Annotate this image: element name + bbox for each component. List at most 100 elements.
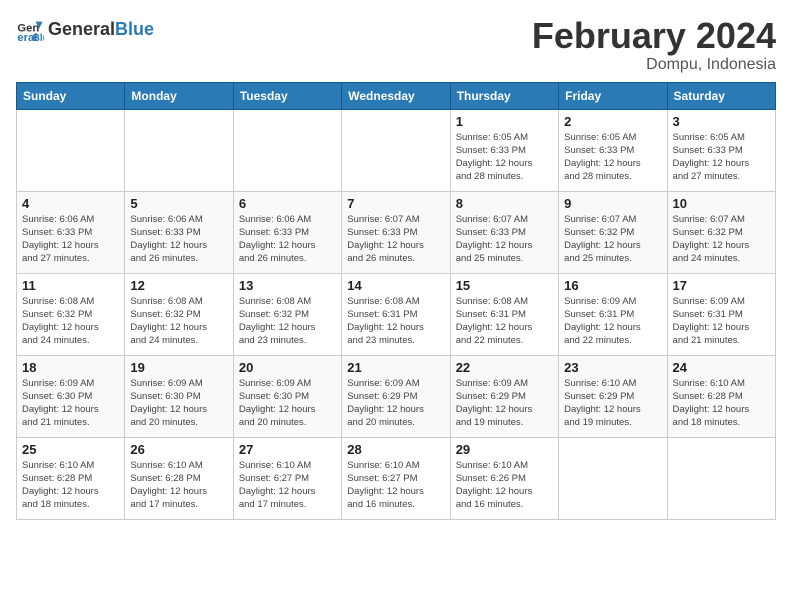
calendar-cell (233, 109, 341, 191)
day-number: 5 (130, 196, 227, 211)
day-number: 16 (564, 278, 661, 293)
calendar-cell: 2 Sunrise: 6:05 AM Sunset: 6:33 PM Daylig… (559, 109, 667, 191)
calendar-cell: 28 Sunrise: 6:10 AM Sunset: 6:27 PM Dayli… (342, 437, 450, 519)
day-number: 23 (564, 360, 661, 375)
day-number: 18 (22, 360, 119, 375)
day-number: 12 (130, 278, 227, 293)
day-info: Sunrise: 6:08 AM Sunset: 6:31 PM Dayligh… (456, 295, 553, 348)
calendar-week-3: 11 Sunrise: 6:08 AM Sunset: 6:32 PM Dayli… (17, 273, 776, 355)
calendar-cell: 14 Sunrise: 6:08 AM Sunset: 6:31 PM Dayli… (342, 273, 450, 355)
weekday-header-sunday: Sunday (17, 82, 125, 109)
day-info: Sunrise: 6:10 AM Sunset: 6:29 PM Dayligh… (564, 377, 661, 430)
calendar-cell (125, 109, 233, 191)
day-number: 15 (456, 278, 553, 293)
day-info: Sunrise: 6:06 AM Sunset: 6:33 PM Dayligh… (239, 213, 336, 266)
day-number: 10 (673, 196, 770, 211)
svg-text:Blue: Blue (33, 33, 44, 44)
day-number: 2 (564, 114, 661, 129)
day-number: 9 (564, 196, 661, 211)
weekday-header-tuesday: Tuesday (233, 82, 341, 109)
calendar-cell: 15 Sunrise: 6:08 AM Sunset: 6:31 PM Dayli… (450, 273, 558, 355)
logo-icon: Gen eral Blue (16, 16, 44, 44)
calendar-cell: 21 Sunrise: 6:09 AM Sunset: 6:29 PM Dayli… (342, 355, 450, 437)
day-info: Sunrise: 6:05 AM Sunset: 6:33 PM Dayligh… (456, 131, 553, 184)
day-info: Sunrise: 6:09 AM Sunset: 6:31 PM Dayligh… (673, 295, 770, 348)
day-info: Sunrise: 6:10 AM Sunset: 6:28 PM Dayligh… (22, 459, 119, 512)
calendar-cell (667, 437, 775, 519)
day-info: Sunrise: 6:09 AM Sunset: 6:31 PM Dayligh… (564, 295, 661, 348)
page-title: February 2024 (532, 16, 776, 56)
day-number: 27 (239, 442, 336, 457)
header: Gen eral Blue GeneralBlue February 2024 … (16, 16, 776, 74)
calendar-cell: 6Sunrise: 6:06 AM Sunset: 6:33 PM Daylig… (233, 191, 341, 273)
day-number: 4 (22, 196, 119, 211)
day-info: Sunrise: 6:10 AM Sunset: 6:26 PM Dayligh… (456, 459, 553, 512)
day-number: 3 (673, 114, 770, 129)
day-number: 13 (239, 278, 336, 293)
day-number: 1 (456, 114, 553, 129)
day-number: 14 (347, 278, 444, 293)
day-info: Sunrise: 6:10 AM Sunset: 6:27 PM Dayligh… (239, 459, 336, 512)
calendar-cell: 26 Sunrise: 6:10 AM Sunset: 6:28 PM Dayli… (125, 437, 233, 519)
day-info: Sunrise: 6:09 AM Sunset: 6:30 PM Dayligh… (239, 377, 336, 430)
day-info: Sunrise: 6:07 AM Sunset: 6:32 PM Dayligh… (673, 213, 770, 266)
day-number: 11 (22, 278, 119, 293)
calendar-cell: 29 Sunrise: 6:10 AM Sunset: 6:26 PM Dayli… (450, 437, 558, 519)
calendar-cell: 10 Sunrise: 6:07 AM Sunset: 6:32 PM Dayli… (667, 191, 775, 273)
day-info: Sunrise: 6:10 AM Sunset: 6:27 PM Dayligh… (347, 459, 444, 512)
calendar-cell: 24 Sunrise: 6:10 AM Sunset: 6:28 PM Dayli… (667, 355, 775, 437)
day-info: Sunrise: 6:05 AM Sunset: 6:33 PM Dayligh… (564, 131, 661, 184)
logo: Gen eral Blue GeneralBlue (16, 16, 154, 44)
day-number: 29 (456, 442, 553, 457)
calendar-cell: 17 Sunrise: 6:09 AM Sunset: 6:31 PM Dayli… (667, 273, 775, 355)
day-info: Sunrise: 6:09 AM Sunset: 6:29 PM Dayligh… (456, 377, 553, 430)
calendar-cell (559, 437, 667, 519)
day-number: 26 (130, 442, 227, 457)
day-number: 19 (130, 360, 227, 375)
calendar-cell: 13Sunrise: 6:08 AM Sunset: 6:32 PM Dayli… (233, 273, 341, 355)
day-info: Sunrise: 6:09 AM Sunset: 6:29 PM Dayligh… (347, 377, 444, 430)
weekday-header-row: SundayMondayTuesdayWednesdayThursdayFrid… (17, 82, 776, 109)
day-number: 21 (347, 360, 444, 375)
calendar-cell: 4 Sunrise: 6:06 AM Sunset: 6:33 PM Daylig… (17, 191, 125, 273)
day-info: Sunrise: 6:07 AM Sunset: 6:33 PM Dayligh… (347, 213, 444, 266)
calendar-cell: 1 Sunrise: 6:05 AM Sunset: 6:33 PM Daylig… (450, 109, 558, 191)
day-info: Sunrise: 6:07 AM Sunset: 6:33 PM Dayligh… (456, 213, 553, 266)
calendar-cell: 27 Sunrise: 6:10 AM Sunset: 6:27 PM Dayli… (233, 437, 341, 519)
day-info: Sunrise: 6:06 AM Sunset: 6:33 PM Dayligh… (22, 213, 119, 266)
calendar-cell: 20Sunrise: 6:09 AM Sunset: 6:30 PM Dayli… (233, 355, 341, 437)
day-info: Sunrise: 6:07 AM Sunset: 6:32 PM Dayligh… (564, 213, 661, 266)
day-info: Sunrise: 6:08 AM Sunset: 6:32 PM Dayligh… (130, 295, 227, 348)
day-number: 17 (673, 278, 770, 293)
calendar-cell: 22 Sunrise: 6:09 AM Sunset: 6:29 PM Dayli… (450, 355, 558, 437)
calendar-week-2: 4 Sunrise: 6:06 AM Sunset: 6:33 PM Daylig… (17, 191, 776, 273)
weekday-header-friday: Friday (559, 82, 667, 109)
calendar-cell: 16 Sunrise: 6:09 AM Sunset: 6:31 PM Dayli… (559, 273, 667, 355)
day-number: 24 (673, 360, 770, 375)
calendar-week-1: 1 Sunrise: 6:05 AM Sunset: 6:33 PM Daylig… (17, 109, 776, 191)
day-info: Sunrise: 6:09 AM Sunset: 6:30 PM Dayligh… (130, 377, 227, 430)
calendar-cell: 3 Sunrise: 6:05 AM Sunset: 6:33 PM Daylig… (667, 109, 775, 191)
day-info: Sunrise: 6:08 AM Sunset: 6:32 PM Dayligh… (22, 295, 119, 348)
day-info: Sunrise: 6:10 AM Sunset: 6:28 PM Dayligh… (673, 377, 770, 430)
day-number: 28 (347, 442, 444, 457)
title-area: February 2024 Dompu, Indonesia (532, 16, 776, 74)
weekday-header-monday: Monday (125, 82, 233, 109)
logo-text: GeneralBlue (48, 20, 154, 40)
calendar-cell: 5 Sunrise: 6:06 AM Sunset: 6:33 PM Daylig… (125, 191, 233, 273)
calendar-cell: 18 Sunrise: 6:09 AM Sunset: 6:30 PM Dayli… (17, 355, 125, 437)
calendar-cell: 25Sunrise: 6:10 AM Sunset: 6:28 PM Dayli… (17, 437, 125, 519)
calendar-cell: 11 Sunrise: 6:08 AM Sunset: 6:32 PM Dayli… (17, 273, 125, 355)
day-info: Sunrise: 6:10 AM Sunset: 6:28 PM Dayligh… (130, 459, 227, 512)
weekday-header-wednesday: Wednesday (342, 82, 450, 109)
calendar-table: SundayMondayTuesdayWednesdayThursdayFrid… (16, 82, 776, 520)
day-info: Sunrise: 6:08 AM Sunset: 6:31 PM Dayligh… (347, 295, 444, 348)
day-info: Sunrise: 6:06 AM Sunset: 6:33 PM Dayligh… (130, 213, 227, 266)
day-number: 22 (456, 360, 553, 375)
day-info: Sunrise: 6:05 AM Sunset: 6:33 PM Dayligh… (673, 131, 770, 184)
page-subtitle: Dompu, Indonesia (532, 56, 776, 74)
calendar-week-5: 25Sunrise: 6:10 AM Sunset: 6:28 PM Dayli… (17, 437, 776, 519)
calendar-cell: 8Sunrise: 6:07 AM Sunset: 6:33 PM Daylig… (450, 191, 558, 273)
day-info: Sunrise: 6:09 AM Sunset: 6:30 PM Dayligh… (22, 377, 119, 430)
weekday-header-thursday: Thursday (450, 82, 558, 109)
